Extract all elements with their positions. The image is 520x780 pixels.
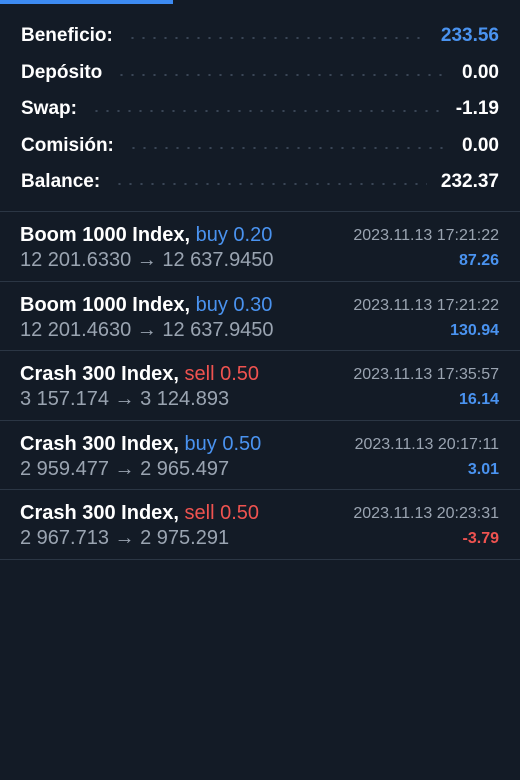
deal-side: buy 0.30	[195, 293, 273, 316]
deal-symbol: Crash 300 Index,	[20, 363, 179, 385]
deal-row[interactable]: Boom 1000 Index, buy 0.30 12 201.4630 → …	[0, 282, 520, 351]
deal-row[interactable]: Boom 1000 Index, buy 0.20 12 201.6330 → …	[0, 212, 520, 282]
dotted-leader	[127, 146, 449, 149]
summary-label: Comisión:	[21, 134, 114, 156]
deal-prices: 2 967.713 → 2 975.291	[20, 527, 230, 549]
deal-prices: 3 157.174 → 3 124.893	[20, 388, 230, 410]
summary-label: Beneficio:	[21, 25, 113, 47]
dotted-leader	[114, 183, 427, 186]
account-summary: Beneficio: 233.56 Depósito 0.00 Swap: -1…	[0, 18, 520, 201]
deal-row[interactable]: Crash 300 Index, sell 0.50 3 157.174 → 3…	[0, 351, 520, 421]
dotted-leader	[126, 37, 427, 40]
deal-time: 2023.11.13 17:35:57	[353, 366, 499, 383]
deal-time: 2023.11.13 20:23:31	[353, 505, 499, 522]
deal-profit: -3.79	[462, 530, 499, 547]
summary-label: Swap:	[21, 98, 77, 120]
deposit-value: 0.00	[462, 61, 499, 83]
deal-prices: 2 959.477 → 2 965.497	[20, 457, 230, 480]
deal-symbol: Crash 300 Index,	[20, 502, 179, 524]
deal-side: buy 0.50	[184, 432, 262, 455]
deal-time: 2023.11.13 17:21:22	[353, 227, 499, 244]
deal-profit: 16.14	[458, 391, 499, 408]
deal-title: Crash 300 Index, sell 0.50	[20, 502, 259, 525]
deal-title: Crash 300 Index, sell 0.50	[20, 363, 259, 386]
dotted-leader	[90, 110, 442, 113]
deal-title: Crash 300 Index, buy 0.50	[20, 433, 261, 456]
summary-row-balance: Balance: 232.37	[0, 164, 520, 201]
summary-row-profit: Beneficio: 233.56	[0, 18, 520, 55]
deal-symbol: Crash 300 Index,	[20, 432, 179, 455]
deal-prices: 12 201.4630 → 12 637.9450	[20, 318, 274, 341]
deal-row[interactable]: Crash 300 Index, sell 0.50 2 967.713 → 2…	[0, 490, 520, 560]
deal-profit: 87.26	[458, 252, 499, 269]
deal-prices: 12 201.6330 → 12 637.9450	[20, 249, 274, 271]
deal-time: 2023.11.13 20:17:11	[354, 435, 499, 453]
commission-value: 0.00	[462, 134, 499, 156]
balance-value: 232.37	[440, 171, 499, 193]
profit-value: 233.56	[440, 25, 499, 47]
deal-side: sell 0.50	[184, 363, 260, 385]
dotted-leader	[116, 73, 449, 76]
summary-label: Balance:	[21, 171, 101, 193]
summary-label: Depósito	[21, 61, 103, 83]
deal-symbol: Boom 1000 Index,	[20, 224, 191, 246]
deal-profit: 3.01	[467, 460, 499, 478]
deal-profit: 130.94	[450, 321, 499, 339]
deal-row[interactable]: Crash 300 Index, buy 0.50 2 959.477 → 2 …	[0, 421, 520, 490]
deal-symbol: Boom 1000 Index,	[20, 293, 191, 316]
deal-side: sell 0.50	[184, 502, 260, 524]
deal-time: 2023.11.13 17:21:22	[353, 296, 499, 314]
deals-list: Boom 1000 Index, buy 0.20 12 201.6330 → …	[0, 211, 520, 560]
swap-value: -1.19	[455, 98, 499, 120]
summary-row-commission: Comisión: 0.00	[0, 128, 520, 165]
summary-row-swap: Swap: -1.19	[0, 91, 520, 128]
deal-title: Boom 1000 Index, buy 0.30	[20, 294, 272, 317]
deal-side: buy 0.20	[195, 224, 273, 246]
active-tab-indicator	[0, 0, 173, 4]
deal-title: Boom 1000 Index, buy 0.20	[20, 224, 272, 247]
summary-row-deposit: Depósito 0.00	[0, 55, 520, 92]
